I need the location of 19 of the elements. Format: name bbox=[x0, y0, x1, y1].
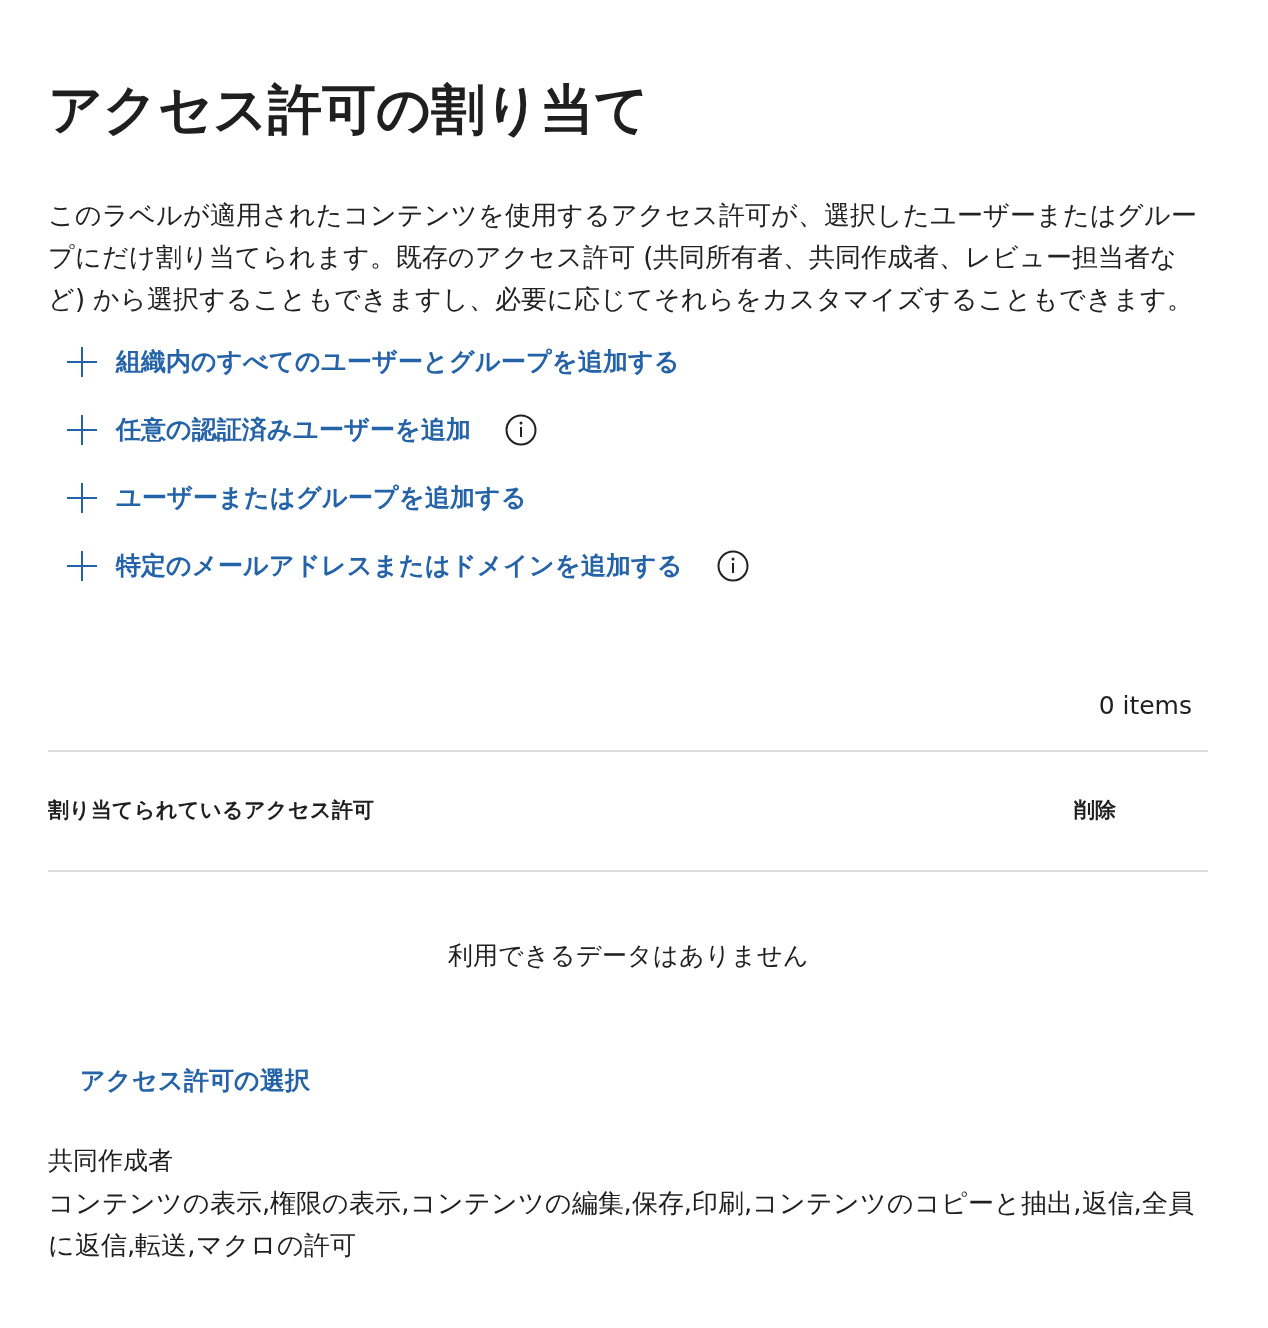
add-link[interactable]: 特定のメールアドレスまたはドメインを追加する bbox=[66, 547, 683, 585]
add-link[interactable]: 任意の認証済みユーザーを追加 bbox=[66, 411, 471, 449]
plus-icon bbox=[66, 346, 98, 378]
column-header: 割り当てられているアクセス許可 bbox=[48, 797, 374, 825]
info-icon[interactable] bbox=[505, 414, 537, 446]
empty-message: 利用できるデータはありません bbox=[447, 940, 809, 973]
select-permissions-link[interactable]: アクセス許可の選択 bbox=[80, 1066, 310, 1095]
plus-icon bbox=[66, 482, 98, 514]
column-header: 削除 bbox=[1074, 797, 1116, 825]
plus-icon bbox=[66, 550, 98, 582]
description: このラベルが適用されたコンテンツを使用するアクセス許可が、選択したユーザーまたはグループにだけ割り当てられます。既存のアクセス許可 (共同所有者、共同作成者、レビュー担当者など) から選択することもできますし、必要に応じてそれらをカスタマイズすることもできます。 bbox=[48, 199, 1198, 316]
role-name: 共同作成者 bbox=[48, 1144, 174, 1177]
add-link[interactable]: 組織内のすべてのユーザーとグループを追加する bbox=[66, 343, 680, 381]
info-icon[interactable] bbox=[717, 550, 749, 582]
plus-icon bbox=[66, 414, 98, 446]
item-count: 0 items bbox=[1098, 690, 1192, 722]
permission-list: コンテンツの表示,権限の表示,コンテンツの編集,保存,印刷,コンテンツのコピーと抽出,返信,全員に返信,転送,マクロの許可 bbox=[48, 1181, 1208, 1266]
page-title: アクセス許可の割り当て bbox=[48, 78, 650, 142]
add-link[interactable]: ユーザーまたはグループを追加する bbox=[66, 479, 527, 517]
